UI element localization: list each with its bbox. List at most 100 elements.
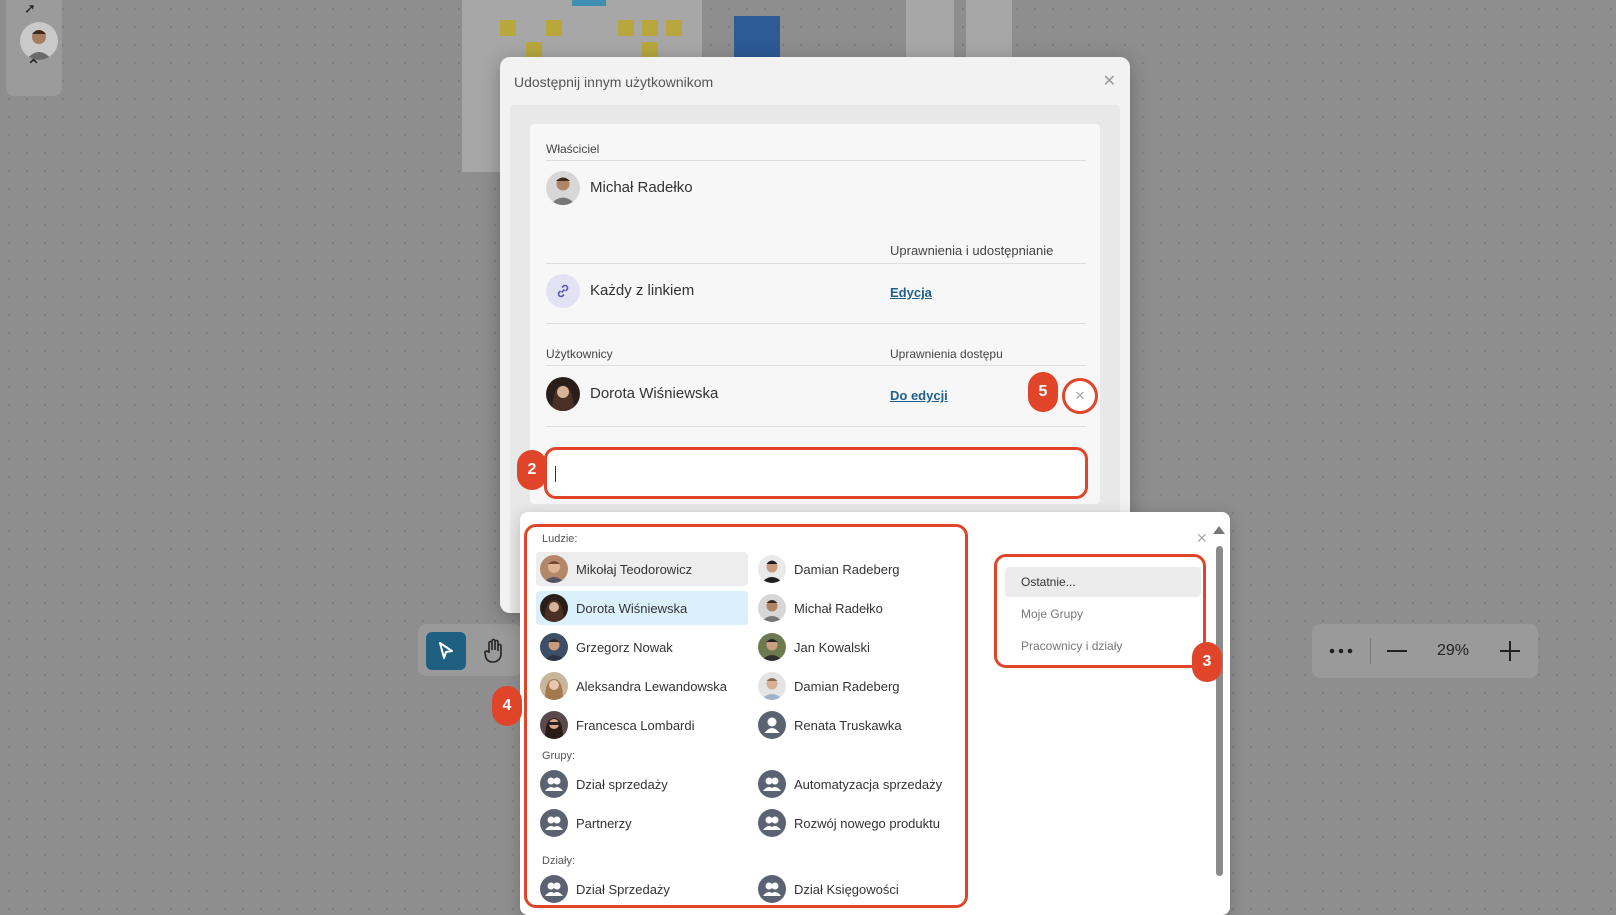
group-icon — [545, 816, 563, 830]
chevron-up-icon[interactable]: ⌃ — [26, 56, 41, 77]
expand-arrow-icon[interactable]: ➚ — [24, 0, 36, 17]
group-option[interactable]: Dział sprzedaży — [536, 767, 748, 801]
department-name: Dział Księgowości — [794, 881, 899, 897]
user-permission-link[interactable]: Do edycji — [890, 388, 948, 403]
step-badge-5: 5 — [1028, 372, 1058, 412]
avatar — [758, 875, 786, 903]
avatar — [540, 672, 568, 700]
text-caret — [555, 466, 556, 482]
scrollbar[interactable] — [1216, 546, 1223, 876]
person-option[interactable]: Damian Radeberg — [754, 669, 966, 703]
avatar — [758, 809, 786, 837]
departments-label: Działy: — [542, 855, 576, 867]
person-name: Jan Kowalski — [794, 639, 870, 655]
filter-my-groups[interactable]: Moje Grupy — [1005, 599, 1201, 629]
zoom-toolbar: 29% — [1312, 624, 1538, 678]
board-thumbnail — [966, 0, 1012, 60]
owner-avatar — [546, 171, 580, 205]
divider — [546, 323, 1086, 324]
person-option[interactable]: Renata Truskawka — [754, 708, 966, 742]
sticky-note — [526, 42, 542, 58]
remove-user-button[interactable]: ✕ — [1062, 378, 1098, 414]
person-name: Damian Radeberg — [794, 678, 900, 694]
zoom-out-button[interactable] — [1371, 624, 1423, 678]
left-toolbar: ➚ ⌃ — [6, 0, 62, 96]
person-name: Francesca Lombardi — [576, 717, 695, 733]
avatar — [540, 555, 568, 583]
tool-palette — [418, 624, 522, 676]
filter-recent[interactable]: Ostatnie... — [1005, 567, 1201, 597]
zoom-in-button[interactable] — [1483, 624, 1537, 678]
cursor-icon — [439, 642, 453, 659]
sticky-note — [618, 20, 634, 36]
group-icon — [545, 882, 563, 896]
group-name: Rozwój nowego produktu — [794, 815, 940, 831]
hand-icon — [484, 638, 502, 663]
person-option[interactable]: Jan Kowalski — [754, 630, 966, 664]
person-name: Aleksandra Lewandowska — [576, 678, 728, 694]
more-icon — [1329, 648, 1353, 654]
department-option[interactable]: Dział Księgowości — [754, 872, 966, 906]
filter-employees-departments[interactable]: Pracownicy i działy — [1005, 631, 1201, 661]
close-icon[interactable]: ✕ — [1103, 71, 1116, 91]
group-icon — [545, 777, 563, 791]
sticky-note — [546, 20, 562, 36]
user-search-input[interactable] — [544, 447, 1088, 499]
users-label: Użytkownicy — [546, 347, 613, 361]
avatar — [540, 770, 568, 798]
avatar — [758, 770, 786, 798]
user-name: Dorota Wiśniewska — [590, 385, 719, 402]
person-name: Grzegorz Nowak — [576, 639, 673, 655]
chevron-up-icon[interactable] — [1213, 526, 1225, 534]
dialog-title: Udostępnij innym użytkownikom — [514, 74, 714, 90]
avatar — [758, 594, 786, 622]
group-option[interactable]: Rozwój nowego produktu — [754, 806, 966, 840]
department-option[interactable]: Dział Sprzedaży — [536, 872, 748, 906]
divider — [546, 263, 1086, 264]
divider — [546, 426, 1086, 427]
user-icon — [764, 717, 780, 733]
step-badge-2: 2 — [517, 450, 547, 490]
person-option[interactable]: Grzegorz Nowak — [536, 630, 748, 664]
close-icon[interactable]: ✕ — [1196, 530, 1208, 547]
board-shape — [734, 16, 780, 62]
group-name: Partnerzy — [576, 815, 632, 831]
person-option[interactable]: Francesca Lombardi — [536, 708, 748, 742]
group-option[interactable]: Automatyzacja sprzedaży — [754, 767, 966, 801]
group-option[interactable]: Partnerzy — [536, 806, 748, 840]
user-avatar — [546, 377, 580, 411]
sharing-header: Uprawnienia i udostępnianie — [890, 243, 1054, 258]
access-header: Uprawnienia dostępu — [890, 347, 1003, 361]
select-tool-button[interactable] — [426, 632, 466, 670]
link-access-label: Każdy z linkiem — [590, 282, 695, 299]
avatar — [758, 672, 786, 700]
filter-panel: Ostatnie... Moje Grupy Pracownicy i dzia… — [994, 554, 1206, 668]
group-icon — [763, 816, 781, 830]
person-name: Mikołaj Teodorowicz — [576, 561, 693, 577]
minus-icon — [1387, 650, 1407, 652]
divider — [546, 160, 1086, 161]
group-icon — [763, 882, 781, 896]
pan-tool-button[interactable] — [476, 634, 512, 668]
avatar — [758, 555, 786, 583]
sticky-note — [666, 20, 682, 36]
current-user-avatar[interactable] — [20, 22, 58, 60]
person-option[interactable]: Mikołaj Teodorowicz — [536, 552, 748, 586]
sticky-note — [642, 42, 658, 58]
avatar — [540, 875, 568, 903]
person-option[interactable]: Damian Radeberg — [754, 552, 966, 586]
group-name: Dział sprzedaży — [576, 776, 668, 792]
person-option[interactable]: Aleksandra Lewandowska — [536, 669, 748, 703]
person-option[interactable]: Dorota Wiśniewska — [536, 591, 748, 625]
avatar — [540, 594, 568, 622]
person-option[interactable]: Michał Radełko — [754, 591, 966, 625]
zoom-level: 29% — [1436, 642, 1470, 659]
person-name: Damian Radeberg — [794, 561, 900, 577]
person-name: Dorota Wiśniewska — [576, 600, 688, 616]
person-name: Renata Truskawka — [794, 717, 902, 733]
link-permission-link[interactable]: Edycja — [890, 285, 932, 300]
avatar — [540, 711, 568, 739]
more-options-button[interactable] — [1312, 624, 1370, 678]
sticky-note — [642, 20, 658, 36]
user-picker-dropdown: Ludzie: Mikołaj Teodorowicz Dorota Wiśni… — [520, 512, 1230, 915]
